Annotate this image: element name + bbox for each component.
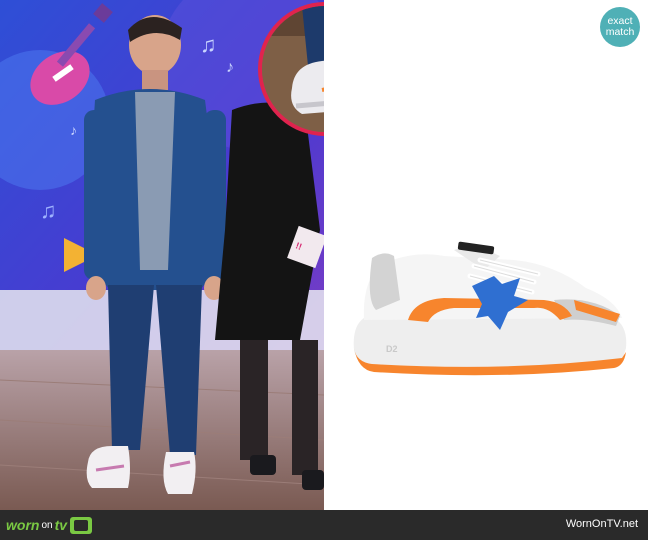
- tv-icon: [70, 516, 93, 534]
- badge-line-2: match: [605, 26, 635, 38]
- music-note-icon: ♫: [40, 198, 57, 223]
- sole-logo: D2: [386, 344, 398, 354]
- logo-worn: worn: [6, 517, 40, 533]
- product-panel: D2: [324, 0, 648, 510]
- footer-bar: [0, 510, 648, 540]
- wornontv-logo[interactable]: worn on tv: [6, 514, 93, 536]
- logo-on: on: [41, 519, 53, 531]
- music-note-icon: ♫: [200, 32, 217, 57]
- tv-still-photo: ♫ ♪ ♪ ♫ !!: [0, 0, 324, 510]
- music-note-icon: ♪: [226, 59, 234, 76]
- sneaker-product-image: D2: [353, 241, 627, 376]
- exact-match-badge: exact match: [600, 7, 640, 47]
- site-credit: WornOnTV.net: [565, 518, 638, 530]
- music-note-icon: ♪: [70, 122, 77, 138]
- logo-tv: tv: [54, 517, 68, 533]
